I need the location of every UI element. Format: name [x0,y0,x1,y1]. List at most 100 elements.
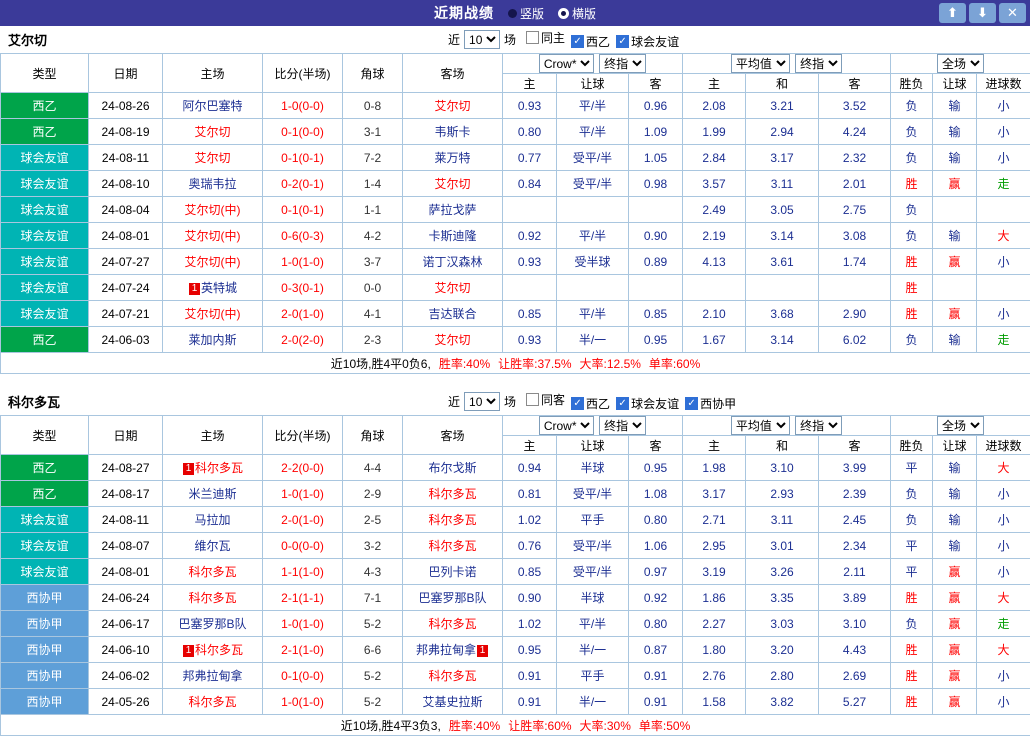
odds-cell: 0.80 [629,507,683,533]
team-link[interactable]: 巴塞罗那B队 [178,617,246,631]
team-link[interactable]: 科尔多瓦 [428,487,476,501]
team-link[interactable]: 艾尔切(中) [185,255,241,269]
layout-vertical-radio[interactable]: 竖版 [508,5,544,22]
team-text: 艾基史拉斯 [422,695,482,709]
col-home: 主场 [163,416,263,455]
team-text: 科尔多瓦 [428,539,476,553]
move-down-button[interactable]: ⬇ [969,3,996,23]
odds-cell: 平/半 [557,119,629,145]
home-team-cell: 巴塞罗那B队 [163,611,263,637]
goals-result-cell: 小 [977,119,1030,145]
team-link[interactable]: 艾尔切 [434,333,470,347]
bookmaker-select[interactable]: Crow* [539,54,594,73]
team-link[interactable]: 邦弗拉甸拿 [182,669,242,683]
average-select[interactable]: 平均值 [731,54,790,73]
home-team-cell: 艾尔切 [163,119,263,145]
filter-checkbox[interactable]: 同客 [526,391,565,408]
team-link[interactable]: 巴列卡诺 [428,565,476,579]
checkbox-label: 西乙 [586,395,610,412]
team-link[interactable]: 艾尔切(中) [185,307,241,321]
team-link[interactable]: 艾尔切(中) [185,229,241,243]
team-link[interactable]: 马拉加 [194,513,230,527]
away-team-cell: 科尔多瓦 [403,611,503,637]
league-type-cell: 球会友谊 [1,171,89,197]
average-select[interactable]: 平均值 [731,416,790,435]
team-link[interactable]: 维尔瓦 [194,539,230,553]
team-link[interactable]: 阿尔巴塞特 [182,99,242,113]
team-link[interactable]: 1科尔多瓦 [182,643,243,657]
team-link[interactable]: 艾尔切 [434,281,470,295]
filter-checkbox[interactable]: ✓西协甲 [685,395,736,412]
team-link[interactable]: 科尔多瓦 [188,565,236,579]
scope-select[interactable]: 全场 [937,416,984,435]
goals-result-cell: 走 [977,171,1030,197]
corner-cell: 4-1 [343,301,403,327]
result-cell: 负 [891,197,933,223]
odds-final-select[interactable]: 终指 [599,416,646,435]
odds-cell: 0.93 [503,249,557,275]
team-link[interactable]: 吉达联合 [428,307,476,321]
odds-cell: 受平/半 [557,533,629,559]
team-link[interactable]: 诺丁汉森林 [422,255,482,269]
col-goals: 进球数 [977,74,1030,93]
team-link[interactable]: 艾尔切 [434,99,470,113]
filter-checkbox[interactable]: 同主 [526,29,565,46]
bookmaker-select[interactable]: Crow* [539,416,594,435]
layout-horizontal-radio[interactable]: 横版 [558,5,596,22]
team-link[interactable]: 布尔戈斯 [428,461,476,475]
col-score: 比分(半场) [263,416,343,455]
avg-odds-cell: 3.52 [819,93,891,119]
team-text: 科尔多瓦 [188,695,236,709]
average-final-select[interactable]: 终指 [795,416,842,435]
team-link[interactable]: 奥瑞韦拉 [188,177,236,191]
team-link[interactable]: 1英特城 [188,281,237,295]
goals-result-cell: 走 [977,327,1030,353]
match-count-select[interactable]: 10 [464,30,500,49]
team-link[interactable]: 邦弗拉甸拿1 [416,643,489,657]
odds-cell: 0.93 [503,93,557,119]
topbar-controls: 近期战绩 竖版 横版 [0,3,1030,23]
checkbox-label: 球会友谊 [631,33,679,50]
handicap-result-cell: 输 [933,533,977,559]
team-link[interactable]: 科尔多瓦 [188,695,236,709]
odds-cell: 平手 [557,507,629,533]
odds-cell: 平/半 [557,223,629,249]
team-link[interactable]: 莱万特 [434,151,470,165]
close-button[interactable]: ✕ [999,3,1026,23]
team-link[interactable]: 艾尔切 [194,125,230,139]
team-link[interactable]: 科尔多瓦 [428,669,476,683]
average-final-select[interactable]: 终指 [795,54,842,73]
score-cell: 0-1(0-1) [263,197,343,223]
filter-checkbox[interactable]: ✓西乙 [571,395,610,412]
odds-cell: 0.89 [629,249,683,275]
team-link[interactable]: 科尔多瓦 [428,617,476,631]
avg-odds-cell: 2.01 [819,171,891,197]
filter-checkbox[interactable]: ✓球会友谊 [616,395,679,412]
team-link[interactable]: 艾尔切 [194,151,230,165]
team-link[interactable]: 米兰迪斯 [188,487,236,501]
team-link[interactable]: 巴塞罗那B队 [418,591,486,605]
team-link[interactable]: 科尔多瓦 [428,539,476,553]
team-link[interactable]: 莱加内斯 [188,333,236,347]
move-up-button[interactable]: ⬆ [939,3,966,23]
team-link[interactable]: 科尔多瓦 [188,591,236,605]
scope-select[interactable]: 全场 [937,54,984,73]
team-link[interactable]: 卡斯迪隆 [428,229,476,243]
home-team-cell: 科尔多瓦 [163,559,263,585]
team-text: 马拉加 [194,513,230,527]
handicap-result-cell: 输 [933,119,977,145]
team-link[interactable]: 艾尔切 [434,177,470,191]
odds-cell: 0.90 [503,585,557,611]
odds-final-select[interactable]: 终指 [599,54,646,73]
team-link[interactable]: 艾尔切(中) [185,203,241,217]
filter-checkbox[interactable]: ✓球会友谊 [616,33,679,50]
team-text: 巴塞罗那B队 [178,617,246,631]
team-link[interactable]: 科尔多瓦 [428,513,476,527]
match-count-select[interactable]: 10 [464,392,500,411]
handicap-result-cell: 赢 [933,585,977,611]
team-link[interactable]: 1科尔多瓦 [182,461,243,475]
team-link[interactable]: 艾基史拉斯 [422,695,482,709]
team-link[interactable]: 萨拉戈萨 [428,203,476,217]
filter-checkbox[interactable]: ✓西乙 [571,33,610,50]
team-link[interactable]: 韦斯卡 [434,125,470,139]
